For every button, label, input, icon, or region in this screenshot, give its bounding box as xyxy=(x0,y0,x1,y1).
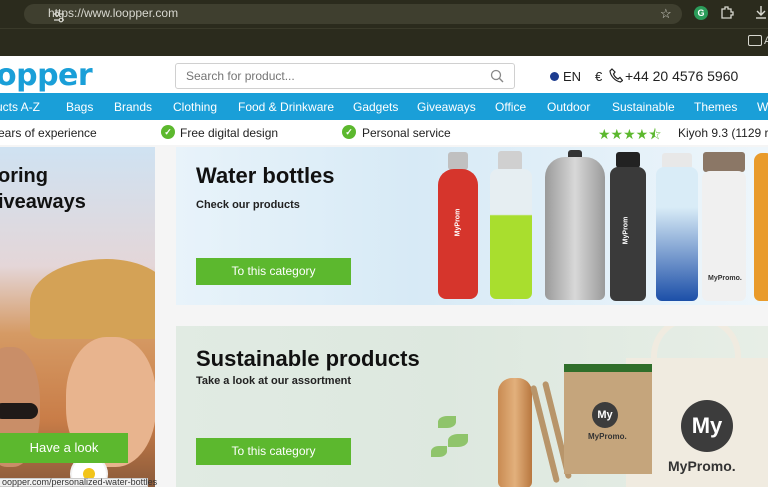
language-selector[interactable]: EN xyxy=(563,69,581,84)
nav-item-outdoor[interactable]: Outdoor xyxy=(547,100,590,114)
red-bottle-image: MyProm xyxy=(438,169,478,299)
glass-bottle-image xyxy=(490,169,532,299)
usp-experience: ears of experience xyxy=(0,126,97,140)
card-title: Water bottles xyxy=(196,163,335,188)
bottle-brand-text: MyProm xyxy=(454,208,462,237)
bottle-brand-text: MyProm xyxy=(622,216,630,245)
bottle-cap xyxy=(498,151,522,171)
mypromo-notebook-label: MyPromo. xyxy=(588,432,627,441)
browser-chrome: https://www.loopper.com ☆ G A xyxy=(0,0,768,56)
mypromo-bag-label: MyPromo. xyxy=(668,458,736,474)
kiyoh-rating[interactable]: Kiyoh 9.3 (1129 re xyxy=(678,126,768,140)
card-subtitle: Take a look at our assortment xyxy=(196,375,352,387)
mypromo-logo-icon: My xyxy=(592,402,618,428)
nav-item-giveaways[interactable]: Giveaways xyxy=(417,100,476,114)
have-a-look-button[interactable]: Have a look xyxy=(0,433,128,463)
to-category-button[interactable]: To this category xyxy=(196,258,351,285)
water-bottles-card[interactable]: Water bottles Check our products To this… xyxy=(176,147,768,305)
language-flag-icon[interactable] xyxy=(550,72,559,81)
sustainable-products-card[interactable]: Sustainable products Take a look at our … xyxy=(176,326,768,487)
phone-icon xyxy=(609,68,623,83)
search-icon[interactable] xyxy=(490,69,504,83)
nav-item-more[interactable]: W xyxy=(757,100,768,114)
status-url: oopper.com/personalized-water-bottles xyxy=(2,477,158,487)
card-subtitle: Check our products xyxy=(196,199,300,211)
orange-bottle-image xyxy=(754,153,768,301)
infuser-bottle-image xyxy=(656,167,698,301)
status-bar: oopper.com/personalized-water-bottles xyxy=(0,477,157,487)
to-category-button[interactable]: To this category xyxy=(196,438,351,465)
frosted-bottle-image: MyPromo. xyxy=(702,171,746,301)
site-header: opper EN € +44 20 4576 5960 xyxy=(0,56,768,93)
promo-sunglasses-image xyxy=(0,403,38,419)
black-bottle-image: MyProm xyxy=(610,167,646,301)
nav-item-office[interactable]: Office xyxy=(495,100,526,114)
mypromo-logo-icon: My xyxy=(681,400,733,452)
nav-item-themes[interactable]: Themes xyxy=(694,100,737,114)
main-nav: ucts A-Z Bags Brands Clothing Food & Dri… xyxy=(0,93,768,120)
usp-bar: ears of experience ✓ Free digital design… xyxy=(0,120,768,145)
nav-item-clothing[interactable]: Clothing xyxy=(173,100,217,114)
nav-item-sustainable[interactable]: Sustainable xyxy=(612,100,675,114)
check-icon: ✓ xyxy=(161,125,175,139)
phone-number[interactable]: +44 20 4576 5960 xyxy=(625,68,738,84)
aluminium-bottle-image xyxy=(545,157,605,300)
bookmark-star-icon[interactable]: ☆ xyxy=(660,6,672,22)
promo-title-text: oring iveaways xyxy=(0,165,86,213)
download-icon[interactable] xyxy=(754,5,768,19)
url-text[interactable]: https://www.loopper.com xyxy=(48,6,178,20)
usp-free-design: Free digital design xyxy=(180,126,279,140)
notebook-image: My MyPromo. xyxy=(564,364,652,474)
bottle-cap xyxy=(616,152,640,168)
bamboo-bottle-image xyxy=(498,378,532,487)
nav-item-gadgets[interactable]: Gadgets xyxy=(353,100,398,114)
search-box[interactable] xyxy=(175,63,515,89)
nav-item-products-a-z[interactable]: ucts A-Z xyxy=(0,100,40,114)
currency-selector[interactable]: € xyxy=(595,69,602,84)
promo-hat-image xyxy=(30,259,155,339)
bookmark-folder-label[interactable]: A xyxy=(764,35,768,47)
nav-item-brands[interactable]: Brands xyxy=(114,100,152,114)
bottle-cap xyxy=(448,152,468,170)
nav-item-bags[interactable]: Bags xyxy=(66,100,93,114)
extension-g-icon[interactable]: G xyxy=(694,6,708,20)
leaf-decoration xyxy=(448,434,468,447)
promo-title: oring iveaways xyxy=(0,163,155,215)
leaf-decoration xyxy=(438,416,456,428)
search-input[interactable] xyxy=(186,69,476,83)
bottle-brand-label: MyPromo. xyxy=(708,275,742,282)
bottle-cap xyxy=(703,152,745,172)
leaf-decoration xyxy=(431,446,447,457)
check-icon: ✓ xyxy=(342,125,356,139)
card-title: Sustainable products xyxy=(196,346,420,371)
site-logo[interactable]: opper xyxy=(0,58,93,93)
nav-item-food-drinkware[interactable]: Food & Drinkware xyxy=(238,100,334,114)
usp-personal-service: Personal service xyxy=(362,126,451,140)
bookmarks-bar: A xyxy=(0,28,768,56)
bookmark-folder-icon[interactable] xyxy=(748,35,762,46)
extensions-puzzle-icon[interactable] xyxy=(720,5,734,19)
